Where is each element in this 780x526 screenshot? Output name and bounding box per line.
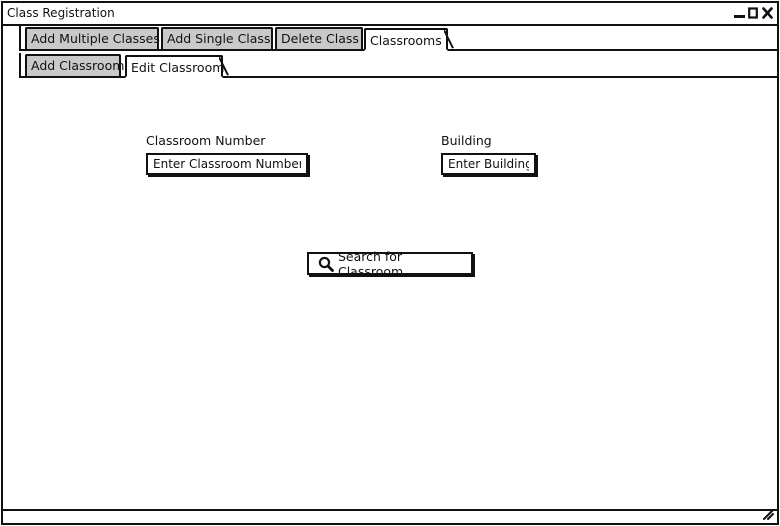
status-bar	[3, 509, 777, 523]
tab-add-classroom[interactable]: Add Classroom	[25, 54, 125, 76]
building-label: Building	[441, 133, 492, 148]
app-window: Class Registration Add Multiple Classes …	[1, 1, 779, 525]
close-button[interactable]	[761, 6, 773, 20]
maximize-button[interactable]	[747, 6, 759, 20]
close-icon	[761, 7, 773, 19]
title-bar: Class Registration	[3, 3, 777, 26]
tab-add-multiple-classes[interactable]: Add Multiple Classes	[25, 27, 160, 49]
tab-label: Add Classroom	[31, 58, 125, 73]
tab-label: Edit Classroom	[131, 60, 225, 75]
tab-edge	[444, 30, 454, 49]
tab-label: Delete Class	[281, 31, 359, 46]
resize-grip-icon[interactable]	[762, 508, 774, 520]
tab-label: Classrooms	[370, 33, 442, 48]
building-input[interactable]	[441, 153, 536, 175]
tab-edge	[219, 57, 229, 76]
maximize-icon	[748, 7, 758, 19]
tab-classrooms[interactable]: Classrooms	[364, 28, 454, 51]
classroom-number-input[interactable]	[146, 153, 308, 175]
minimize-button[interactable]	[733, 6, 745, 20]
search-classroom-button[interactable]: Search for Classroom	[307, 249, 473, 279]
search-icon	[318, 256, 334, 272]
main-tab-bar: Add Multiple Classes Add Single Class De…	[19, 26, 779, 51]
sub-tab-bar: Add Classroom Edit Classroom	[19, 53, 779, 78]
classroom-number-label: Classroom Number	[146, 133, 266, 148]
tab-label: Add Multiple Classes	[31, 31, 160, 46]
search-button-label: Search for Classroom	[337, 248, 404, 279]
minimize-icon	[733, 15, 745, 18]
tab-add-single-class[interactable]: Add Single Class	[161, 27, 273, 49]
window-title: Class Registration	[7, 6, 115, 20]
tab-edit-classroom[interactable]: Edit Classroom	[125, 55, 229, 78]
tab-label: Add Single Class	[167, 31, 271, 46]
tab-delete-class[interactable]: Delete Class	[275, 27, 363, 49]
window-controls	[733, 4, 773, 22]
